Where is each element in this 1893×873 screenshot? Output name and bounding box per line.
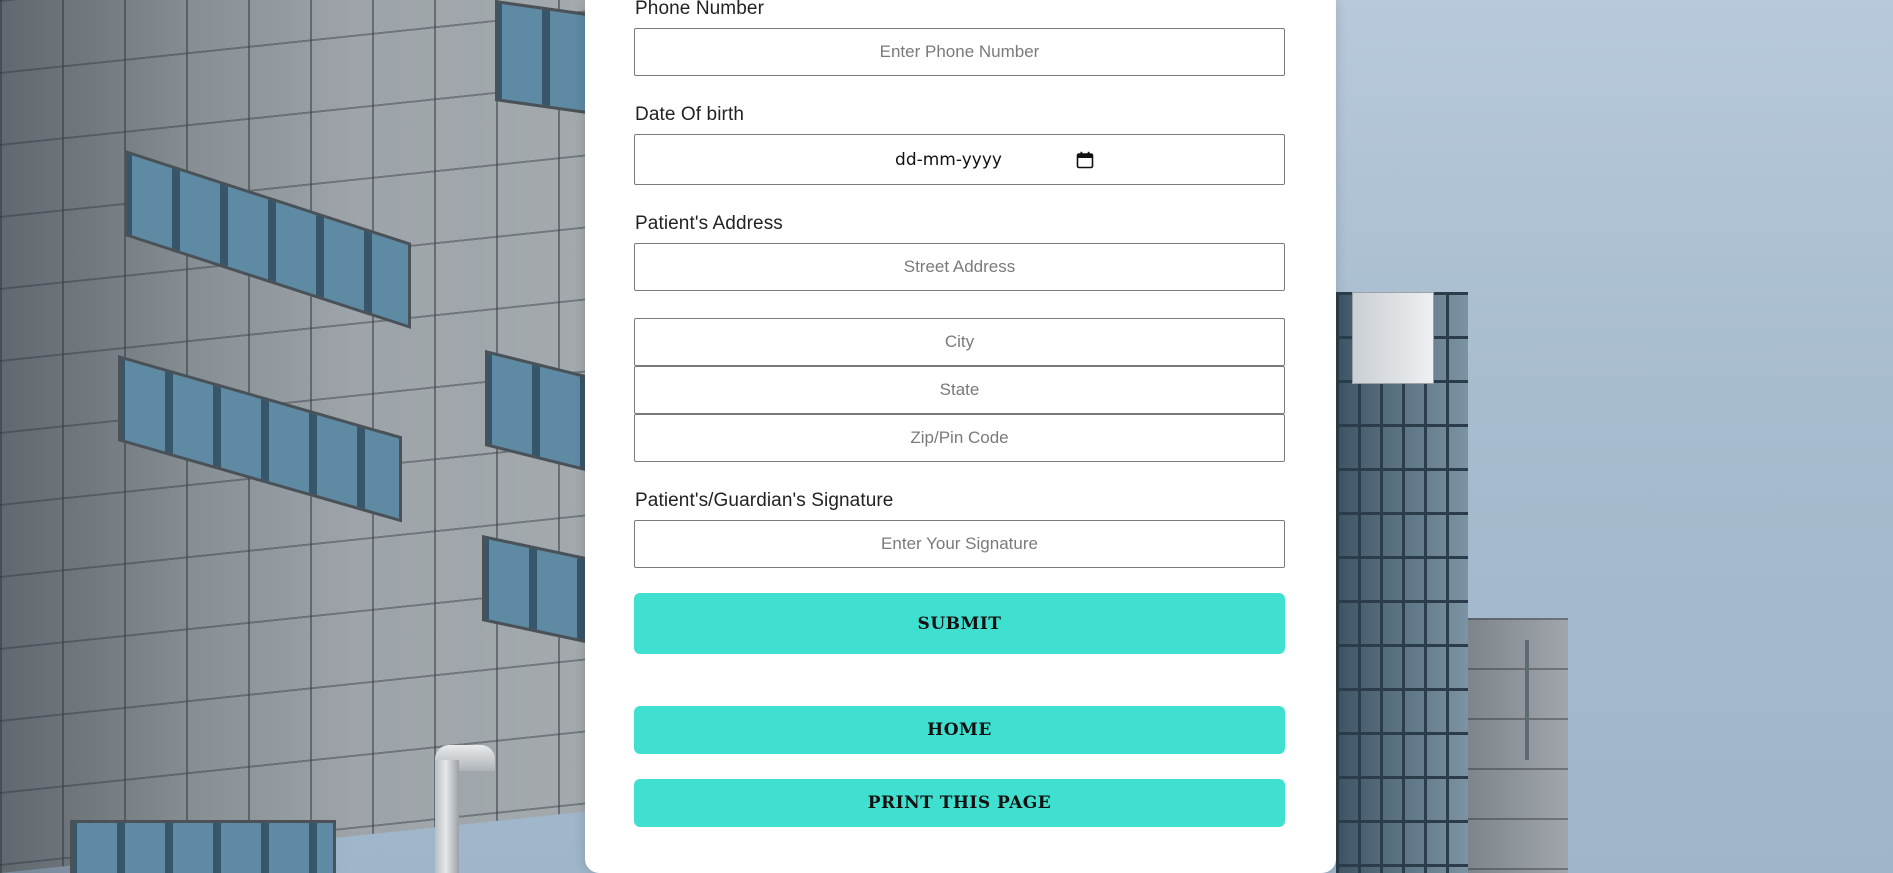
submit-button[interactable]: SUBMIT — [634, 593, 1285, 654]
print-page-button[interactable]: PRINT THIS PAGE — [634, 779, 1285, 827]
dob-input[interactable]: dd-mm-yyyy — [634, 134, 1285, 185]
signature-input[interactable] — [634, 520, 1285, 568]
window-strip — [495, 0, 591, 115]
phone-input[interactable] — [634, 28, 1285, 76]
window-strip — [70, 820, 336, 873]
antenna-mast — [1525, 640, 1529, 760]
dob-label: Date Of birth — [635, 104, 745, 125]
patient-form-panel: Phone Number Date Of birth dd-mm-yyyy Pa… — [585, 0, 1336, 873]
state-input[interactable] — [634, 366, 1285, 414]
zip-code-input[interactable] — [634, 414, 1285, 462]
annex-building — [1468, 618, 1568, 873]
tower-top — [1352, 292, 1434, 384]
dob-value: dd-mm-yyyy — [895, 149, 1002, 170]
phone-label: Phone Number — [635, 0, 764, 19]
signature-label: Patient's/Guardian's Signature — [635, 490, 894, 511]
calendar-icon[interactable] — [1076, 151, 1094, 169]
address-label: Patient's Address — [635, 213, 783, 234]
pipe — [435, 760, 459, 873]
street-address-input[interactable] — [634, 243, 1285, 291]
city-input[interactable] — [634, 318, 1285, 366]
home-button[interactable]: HOME — [634, 706, 1285, 754]
